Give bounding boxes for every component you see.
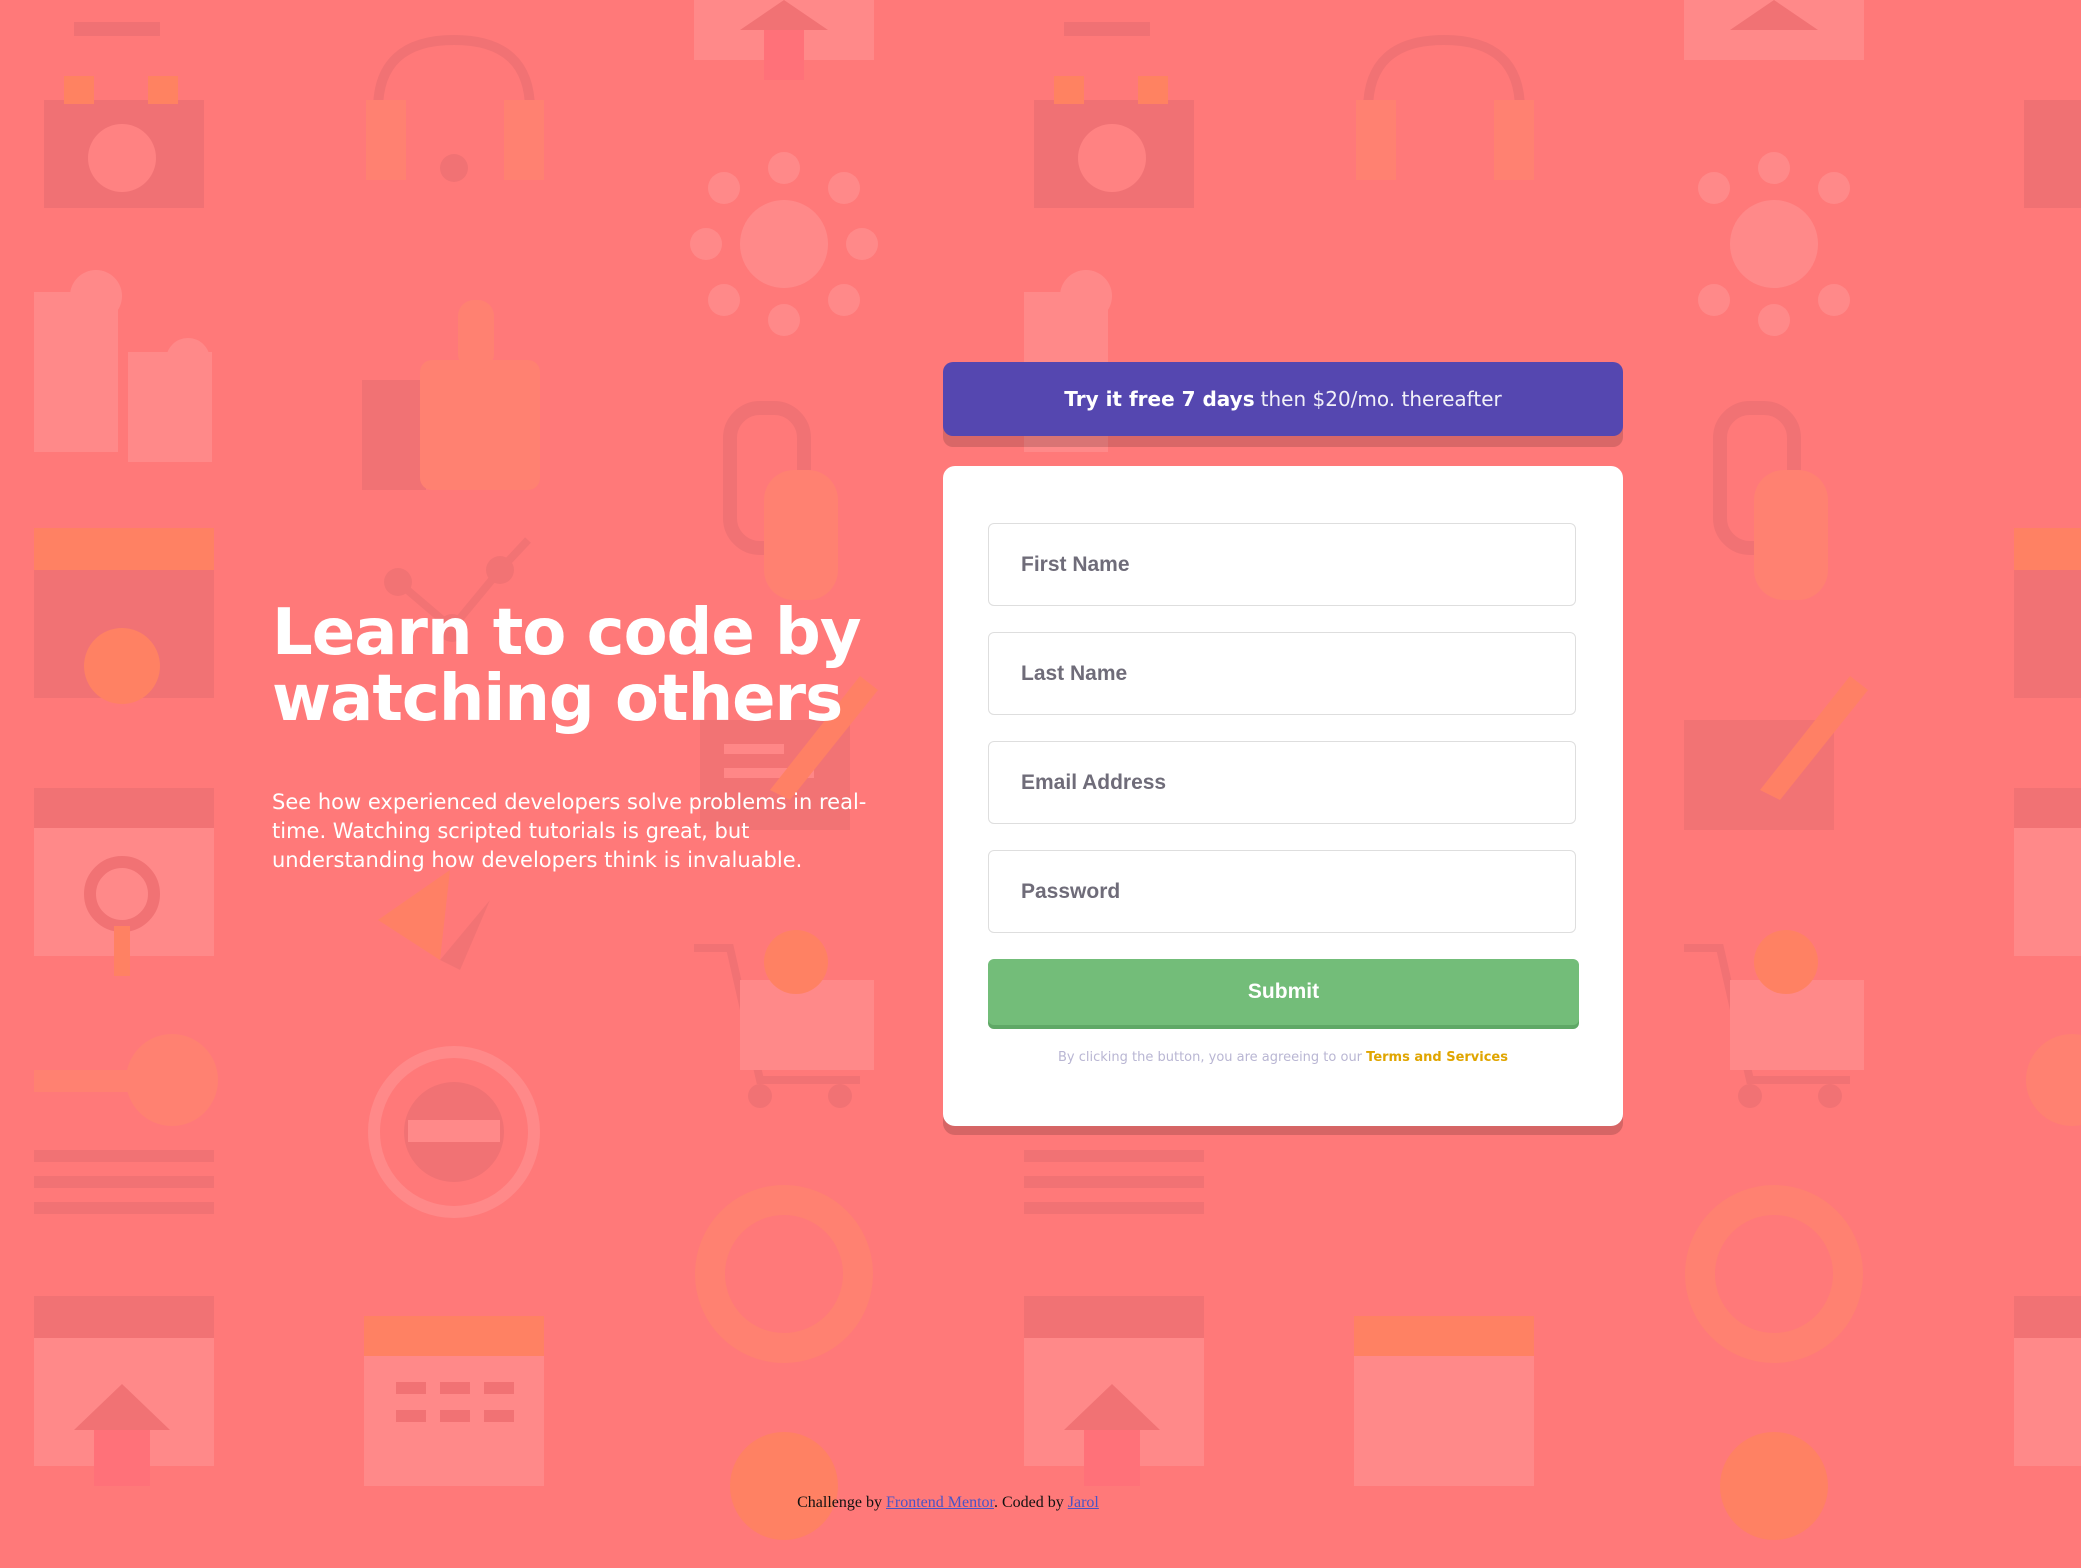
email-input[interactable] <box>1019 769 1543 796</box>
submit-button[interactable]: Submit <box>988 959 1579 1025</box>
terms-link[interactable]: Terms and Services <box>1366 1050 1508 1065</box>
frontend-mentor-link[interactable]: Frontend Mentor <box>886 1494 994 1511</box>
attribution-footer: Challenge by Frontend Mentor. Coded by J… <box>0 1494 1896 1512</box>
headset-icon <box>366 34 544 182</box>
password-field[interactable] <box>988 850 1576 933</box>
folder-gear-icon <box>2014 528 2081 698</box>
email-field[interactable] <box>988 741 1576 824</box>
footer-prefix: Challenge by <box>797 1494 882 1511</box>
free-trial-price: then $20/mo. thereafter <box>1260 387 1502 411</box>
footer-middle: . Coded by <box>993 1494 1064 1511</box>
first-name-input[interactable] <box>1019 551 1543 578</box>
home-icon <box>694 0 874 80</box>
browser-search-icon <box>34 788 214 976</box>
home-icon <box>1024 1296 1204 1486</box>
author-link[interactable]: Jarol <box>1068 1494 1099 1511</box>
edit-icon <box>1684 676 1868 830</box>
free-trial-banner: Try it free 7 days then $20/mo. thereaft… <box>943 362 1623 436</box>
key-icon <box>2026 1034 2081 1126</box>
globe-icon <box>368 1046 540 1218</box>
network-icon <box>690 152 878 336</box>
puzzle-icon <box>34 270 212 462</box>
network-icon <box>1698 152 1850 336</box>
calendar-icon <box>1354 1316 1534 1486</box>
lightbulb-icon <box>730 1432 838 1540</box>
home-icon <box>2014 1296 2081 1466</box>
hero-description: See how experienced developers solve pro… <box>272 790 867 872</box>
home-icon <box>34 1296 214 1486</box>
hero-section: Learn to code by watching others See how… <box>272 600 872 875</box>
password-input[interactable] <box>1019 878 1543 905</box>
terms-notice: By clicking the button, you are agreeing… <box>943 1050 1623 1065</box>
toolbox-icon <box>44 22 204 208</box>
key-icon <box>34 1034 218 1214</box>
key-icon <box>1024 1150 1204 1214</box>
first-name-field[interactable] <box>988 523 1576 606</box>
lightbulb-icon <box>1720 1432 1828 1540</box>
toolbox-icon <box>1034 22 1194 208</box>
signup-form: Submit By clicking the button, you are a… <box>943 466 1623 1126</box>
folder-gear-icon <box>34 528 214 704</box>
free-trial-bold: Try it free 7 days <box>1064 387 1255 411</box>
browser-search-icon <box>2014 788 2081 956</box>
lifebuoy-icon <box>1685 1185 1863 1363</box>
terms-text: By clicking the button, you are agreeing… <box>1057 1050 1363 1065</box>
last-name-field[interactable] <box>988 632 1576 715</box>
toolbox-icon <box>2024 100 2081 208</box>
send-icon <box>378 870 490 970</box>
thumbs-up-icon <box>362 300 540 490</box>
hero-title-line1: Learn to code by <box>272 596 862 670</box>
hero-title: Learn to code by watching others <box>272 600 872 732</box>
home-icon <box>1684 0 1864 60</box>
cart-icon <box>1684 930 1864 1108</box>
calendar-icon <box>364 1316 544 1486</box>
headset-icon <box>1356 34 1534 180</box>
last-name-input[interactable] <box>1019 660 1543 687</box>
link-icon <box>1713 401 1828 600</box>
cart-icon <box>694 930 874 1108</box>
hero-title-line2: watching others <box>272 662 843 736</box>
lifebuoy-icon <box>695 1185 873 1363</box>
link-icon <box>723 401 838 600</box>
